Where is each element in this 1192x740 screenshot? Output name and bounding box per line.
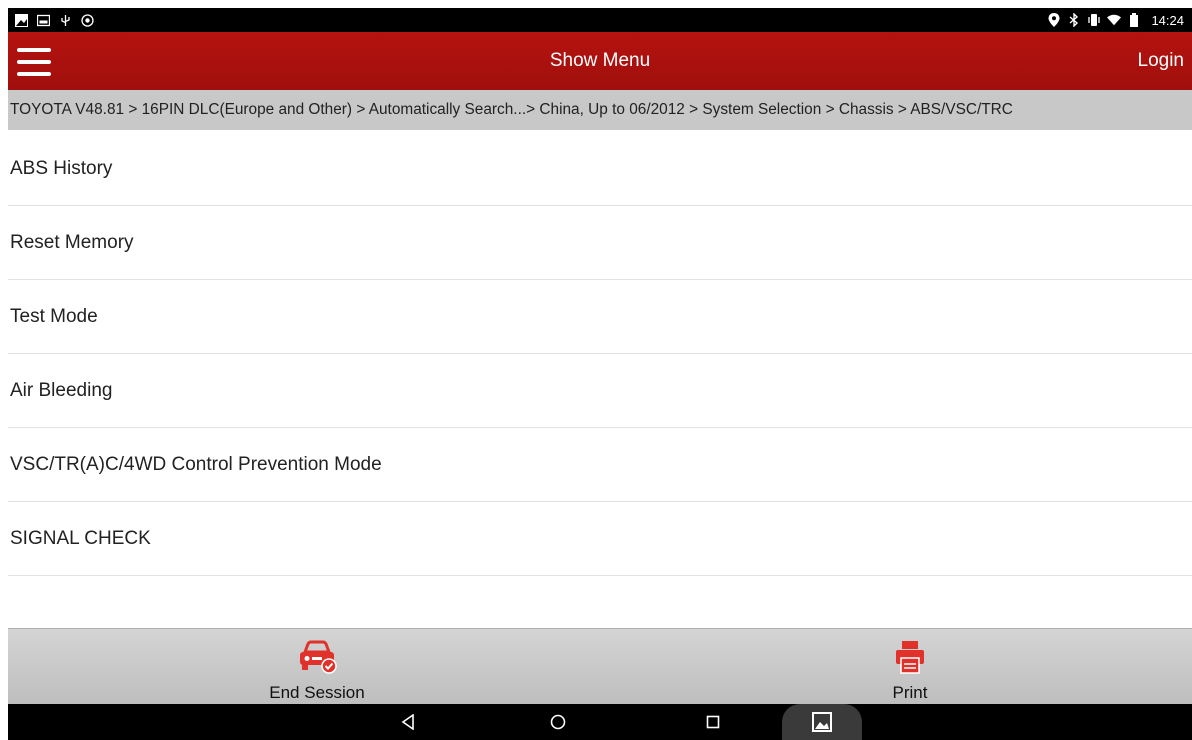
app-bar: Show Menu Login — [8, 32, 1192, 90]
gallery-icon — [36, 13, 50, 27]
battery-icon — [1127, 13, 1141, 27]
back-icon[interactable] — [388, 704, 428, 740]
shield-icon — [80, 13, 94, 27]
screenshot-icon[interactable] — [782, 704, 862, 740]
home-icon[interactable] — [538, 704, 578, 740]
menu-item-signal-check[interactable]: SIGNAL CHECK — [8, 502, 1192, 576]
page-title: Show Menu — [549, 50, 651, 71]
vibrate-icon — [1087, 13, 1101, 27]
print-button[interactable]: Print — [830, 629, 990, 705]
breadcrumb: TOYOTA V48.81 > 16PIN DLC(Europe and Oth… — [8, 90, 1192, 130]
usb-debug-icon — [58, 13, 72, 27]
car-check-icon — [297, 637, 337, 677]
recent-apps-icon[interactable] — [693, 704, 733, 740]
menu-item-air-bleeding[interactable]: Air Bleeding — [8, 354, 1192, 428]
print-label: Print — [892, 683, 928, 702]
menu-item-control-prevention-mode[interactable]: VSC/TR(A)C/4WD Control Prevention Mode — [8, 428, 1192, 502]
status-bar: 14:24 — [8, 8, 1192, 32]
login-button[interactable]: Login — [1138, 50, 1185, 72]
wifi-icon — [1107, 13, 1122, 27]
menu-item-reset-memory[interactable]: Reset Memory — [8, 206, 1192, 280]
location-icon — [1047, 13, 1061, 27]
function-menu-list: ABS History Reset Memory Test Mode Air B… — [8, 132, 1192, 576]
printer-icon — [890, 637, 930, 677]
status-time: 14:24 — [1151, 12, 1184, 28]
end-session-label: End Session — [269, 683, 365, 702]
screen: 14:24 Show Menu Login TOYOTA V48.81 > 16… — [0, 0, 1192, 740]
end-session-button[interactable]: End Session — [237, 629, 397, 705]
navigation-bar — [8, 704, 1192, 740]
image-icon — [14, 13, 28, 27]
menu-bar-line — [17, 72, 51, 76]
status-left-icons — [14, 13, 94, 27]
bluetooth-icon — [1067, 13, 1081, 27]
menu-item-test-mode[interactable]: Test Mode — [8, 280, 1192, 354]
status-right-icons: 14:24 — [1047, 13, 1184, 28]
menu-item-abs-history[interactable]: ABS History — [8, 132, 1192, 206]
bottom-toolbar: End Session Print — [8, 628, 1192, 704]
